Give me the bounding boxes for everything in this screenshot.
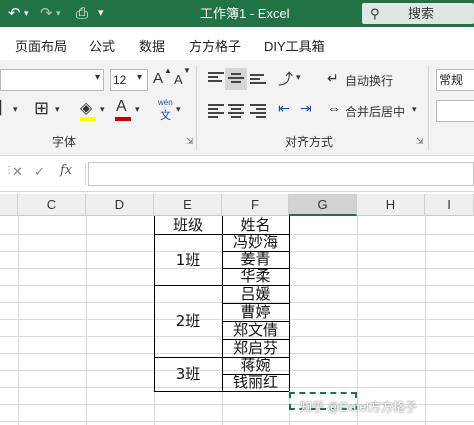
increase-indent-icon[interactable]: ⇥ xyxy=(300,100,312,117)
column-header-f[interactable]: F xyxy=(222,194,289,216)
ribbon: ▾ 12 ▾ A ▲ A ▼ ▏ ▾ ⊞ ▾ ◈ ▾ A ▾ wén 文 ▾ 字… xyxy=(0,60,474,156)
font-size-box[interactable]: 12 xyxy=(110,69,148,91)
redo-dropdown-icon[interactable]: ▾ xyxy=(56,0,61,27)
tab-data[interactable]: 数据 xyxy=(139,36,165,55)
borders-dropdown-icon[interactable]: ▾ xyxy=(55,104,60,115)
undo-icon[interactable]: ↶ xyxy=(8,0,21,27)
name-cell[interactable]: 蒋婉 xyxy=(222,357,289,374)
font-size-dropdown-icon[interactable]: ▾ xyxy=(137,72,142,83)
header-name-cell[interactable]: 姓名 xyxy=(222,216,289,234)
underline-more-icon[interactable]: ▾ xyxy=(13,104,18,115)
group-label-alignment: 对齐方式 xyxy=(285,135,334,149)
font-color-dropdown-icon[interactable]: ▾ xyxy=(135,104,140,115)
align-right-icon[interactable] xyxy=(250,104,266,118)
orientation-dropdown-icon[interactable]: ▾ xyxy=(296,72,301,83)
enter-icon[interactable]: ✓ xyxy=(34,164,45,180)
alignment-dialog-launcher-icon[interactable]: ⇲ xyxy=(416,136,424,147)
header-class-cell[interactable]: 班级 xyxy=(154,216,222,234)
tab-diy-toolbox[interactable]: DIY工具箱 xyxy=(264,36,325,55)
align-bottom-icon[interactable] xyxy=(250,74,266,88)
accounting-format-box[interactable] xyxy=(436,100,474,122)
font-name-dropdown-icon[interactable]: ▾ xyxy=(95,72,100,83)
name-cell[interactable]: 曹婷 xyxy=(222,303,289,321)
tab-fangfang[interactable]: 方方格子 xyxy=(189,36,241,55)
formula-input[interactable] xyxy=(88,162,474,186)
fill-color-icon[interactable]: ◈ xyxy=(80,98,92,118)
name-cell[interactable]: 吕媛 xyxy=(222,285,289,303)
column-header-i[interactable]: I xyxy=(425,194,474,216)
class-cell[interactable]: 1班 xyxy=(154,235,222,285)
group-separator xyxy=(196,66,197,150)
number-format-box[interactable]: 常规 xyxy=(436,69,474,91)
grow-font-icon[interactable]: A xyxy=(153,70,163,87)
align-top-icon[interactable] xyxy=(208,72,224,86)
formula-controls: ⋮ ✕ ✓ fx xyxy=(0,163,86,185)
customize-qat-icon[interactable]: ▾ xyxy=(98,0,104,27)
tab-page-layout[interactable]: 页面布局 xyxy=(15,36,67,55)
column-header-c[interactable]: C xyxy=(18,194,86,216)
name-cell[interactable]: 钱丽红 xyxy=(222,374,289,391)
formula-bar: ⋮ ✕ ✓ fx xyxy=(0,156,474,192)
decrease-indent-icon[interactable]: ⇤ xyxy=(278,100,290,117)
search-box[interactable]: ⚲ 搜索 xyxy=(362,3,474,24)
fill-color-swatch xyxy=(80,117,96,121)
align-middle-icon[interactable] xyxy=(228,73,244,87)
wrap-text-button[interactable]: 自动换行 xyxy=(345,72,393,89)
align-left-icon[interactable] xyxy=(208,104,224,118)
font-name-box[interactable] xyxy=(0,69,104,91)
search-label: 搜索 xyxy=(408,6,435,21)
merge-center-button[interactable]: 合并后居中 xyxy=(345,103,405,120)
shrink-font-icon[interactable]: A xyxy=(174,72,183,87)
merge-center-icon[interactable]: ⇔ xyxy=(327,100,341,116)
column-header-g[interactable]: G xyxy=(289,194,357,216)
phonetic-icon[interactable]: 文 xyxy=(160,107,171,123)
name-cell[interactable]: 冯妙海 xyxy=(222,234,289,251)
underline-dropdown-icon[interactable]: ▏ xyxy=(0,100,10,116)
column-header-partial[interactable] xyxy=(0,194,18,216)
name-cell[interactable]: 郑启芬 xyxy=(222,339,289,357)
undo-dropdown-icon[interactable]: ▾ xyxy=(24,0,29,27)
shrink-font-arrow-icon: ▼ xyxy=(183,66,191,75)
column-header-d[interactable]: D xyxy=(86,194,154,216)
class-cell[interactable]: 2班 xyxy=(154,286,222,357)
class-cell[interactable]: 3班 xyxy=(154,358,222,391)
phonetic-icon-top[interactable]: wén xyxy=(158,98,173,107)
fill-color-dropdown-icon[interactable]: ▾ xyxy=(100,104,105,115)
insert-function-icon[interactable]: fx xyxy=(60,163,72,178)
watermark: 知乎 @Excel方方格子 xyxy=(300,400,417,414)
title-bar: ↶ ▾ ↷ ▾ ⎙ ▾ 工作簿1 - Excel ⚲ 搜索 xyxy=(0,0,474,27)
name-cell[interactable]: 郑文倩 xyxy=(222,321,289,339)
merge-dropdown-icon[interactable]: ▾ xyxy=(412,104,417,115)
name-cell[interactable]: 华柔 xyxy=(222,268,289,285)
window-title: 工作簿1 - Excel xyxy=(200,6,290,21)
font-color-icon[interactable]: A xyxy=(116,98,127,116)
column-headers: C D E F G H I xyxy=(0,194,474,216)
column-header-e[interactable]: E xyxy=(154,194,222,216)
print-preview-icon[interactable]: ⎙ xyxy=(76,0,88,27)
search-icon: ⚲ xyxy=(370,6,380,21)
borders-icon[interactable]: ⊞ xyxy=(34,98,49,119)
redo-icon[interactable]: ↷ xyxy=(40,0,53,27)
align-center-icon[interactable] xyxy=(228,104,244,118)
font-dialog-launcher-icon[interactable]: ⇲ xyxy=(186,136,194,147)
name-cell[interactable]: 姜青 xyxy=(222,251,289,268)
ribbon-tabs: 页面布局 公式 数据 方方格子 DIY工具箱 xyxy=(0,27,474,60)
group-label-font: 字体 xyxy=(52,135,77,149)
font-color-swatch xyxy=(115,117,131,121)
grow-font-arrow-icon: ▲ xyxy=(164,66,172,75)
phonetic-dropdown-icon[interactable]: ▾ xyxy=(176,104,181,115)
orientation-icon[interactable]: ⤴ xyxy=(278,68,293,89)
cancel-icon[interactable]: ✕ xyxy=(12,164,23,180)
column-header-h[interactable]: H xyxy=(357,194,425,216)
worksheet-grid[interactable]: 班级 姓名 1班 2班 3班 冯妙海 姜青 华柔 吕媛 曹婷 郑文倩 郑启芬 蒋… xyxy=(0,216,474,425)
group-separator xyxy=(428,66,429,150)
tab-formulas[interactable]: 公式 xyxy=(89,36,115,55)
wrap-text-icon[interactable]: ↵ xyxy=(327,70,339,87)
